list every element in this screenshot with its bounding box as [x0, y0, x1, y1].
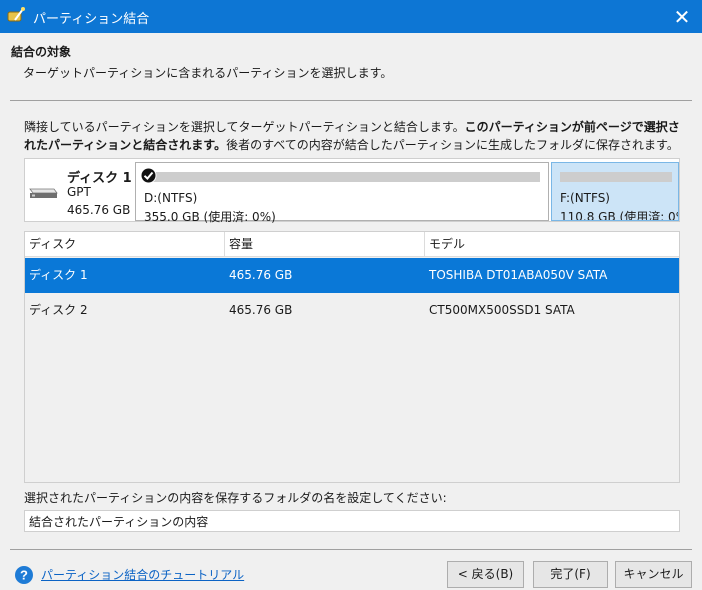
hard-disk-icon	[29, 188, 58, 198]
partition-info: 355.0 GB (使用済: 0%)	[144, 210, 276, 224]
help-icon[interactable]: ?	[14, 565, 34, 585]
disk-map: ディスク 1 GPT 465.76 GB D:(NTFS) 355.0 GB (…	[24, 158, 680, 224]
partition-info: 110.8 GB (使用済: 0%)	[560, 210, 679, 221]
disk-table: ディスク 容量 モデル ディスク 1 465.76 GB TOSHIBA DT0…	[24, 231, 680, 483]
folder-name-label: 選択されたパーティションの内容を保存するフォルダの名を設定してください:	[24, 491, 447, 505]
partition-label: D:(NTFS)	[144, 191, 198, 205]
back-button[interactable]: < 戻る(B)	[447, 561, 524, 588]
page-title: 結合の対象	[11, 45, 72, 59]
usage-bar	[560, 172, 672, 182]
wizard-header: 結合の対象 ターゲットパーティションに含まれるパーティションを選択します。	[0, 33, 702, 97]
partition-d[interactable]: D:(NTFS) 355.0 GB (使用済: 0%)	[135, 162, 549, 224]
close-icon: ✕	[673, 4, 691, 29]
disk-type: GPT	[67, 185, 91, 199]
column-header-capacity[interactable]: 容量	[225, 232, 425, 257]
cell-disk: ディスク 2	[29, 303, 88, 317]
partition-f[interactable]: F:(NTFS) 110.8 GB (使用済: 0%)	[551, 162, 679, 221]
cell-model: CT500MX500SSD1 SATA	[429, 303, 575, 317]
cell-model: TOSHIBA DT01ABA050V SATA	[429, 268, 608, 282]
table-row[interactable]: ディスク 2 465.76 GB CT500MX500SSD1 SATA	[25, 293, 679, 328]
header-divider	[10, 100, 692, 101]
table-row[interactable]: ディスク 1 465.76 GB TOSHIBA DT01ABA050V SAT…	[25, 258, 679, 293]
cell-capacity: 465.76 GB	[229, 268, 293, 282]
close-button[interactable]: ✕	[662, 0, 702, 33]
cell-disk: ディスク 1	[29, 268, 88, 282]
svg-text:?: ?	[20, 568, 28, 583]
table-header: ディスク 容量 モデル	[25, 232, 679, 257]
window-title: パーティション結合	[33, 12, 150, 27]
description-part-1: 隣接しているパーティションを選択してターゲットパーティションと結合します。	[24, 120, 465, 134]
disk-name: ディスク 1	[67, 171, 132, 186]
column-header-disk[interactable]: ディスク	[25, 232, 225, 257]
partition-label: F:(NTFS)	[560, 191, 610, 205]
check-circle-icon	[140, 167, 157, 184]
cell-capacity: 465.76 GB	[229, 303, 293, 317]
wand-icon	[7, 7, 25, 22]
description-part-2: 後者のすべての内容が結合したパーティションに生成したフォルダに保存されます。	[226, 138, 679, 152]
tutorial-link[interactable]: パーティション結合のチュートリアル	[41, 566, 244, 583]
description-text: 隣接しているパーティションを選択してターゲットパーティションと結合します。このパ…	[24, 118, 689, 154]
finish-button[interactable]: 完了(F)	[533, 561, 608, 588]
folder-name-input[interactable]	[24, 510, 680, 532]
column-header-model[interactable]: モデル	[425, 232, 679, 257]
cancel-button[interactable]: キャンセル	[615, 561, 692, 588]
disk-size: 465.76 GB	[67, 203, 131, 217]
usage-bar	[144, 172, 540, 182]
footer-divider	[10, 549, 692, 550]
title-bar: パーティション結合 ✕	[0, 0, 702, 33]
page-subtitle: ターゲットパーティションに含まれるパーティションを選択します。	[23, 66, 393, 80]
